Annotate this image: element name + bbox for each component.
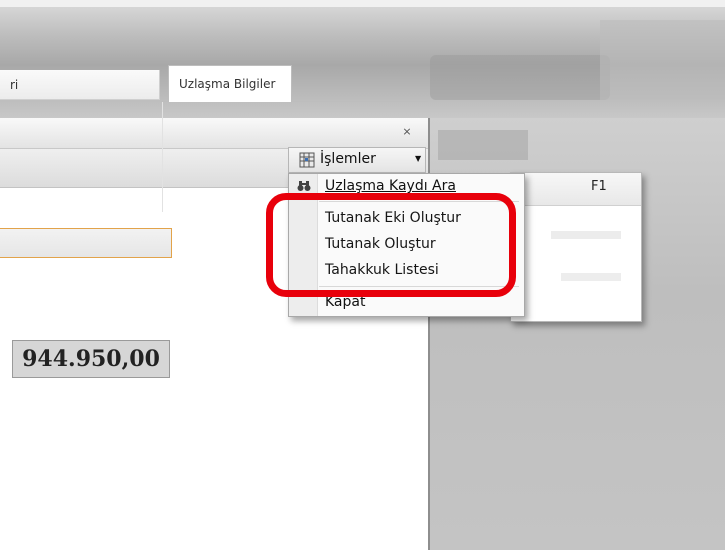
side-panel-row bbox=[561, 273, 621, 281]
dialog-titlebar: ⨯ bbox=[0, 118, 428, 149]
side-panel-row bbox=[551, 231, 621, 239]
chevron-down-icon: ▼ bbox=[415, 154, 422, 163]
grid-tools-icon bbox=[299, 152, 315, 168]
tab-uzlasma-bilgileri[interactable]: Uzlaşma Bilgiler bbox=[168, 65, 292, 102]
background-right-blur bbox=[438, 130, 528, 160]
tab-uzlasma-bilgileri-label: Uzlaşma Bilgiler bbox=[179, 77, 276, 91]
shortcut-label: F1 bbox=[591, 179, 607, 194]
background-panel-blur bbox=[600, 20, 725, 100]
background-toolbar-blur bbox=[430, 55, 610, 100]
background-top-strip bbox=[0, 0, 725, 7]
islemler-dropdown-button[interactable]: İşlemler ▼ bbox=[288, 147, 426, 173]
total-amount: 944.950,00 bbox=[12, 340, 170, 378]
binoculars-icon bbox=[297, 181, 311, 191]
side-panel-header: F1 bbox=[511, 173, 641, 206]
tab-previous[interactable]: ri bbox=[0, 70, 160, 100]
highlight-annotation bbox=[266, 193, 516, 297]
side-panel: F1 bbox=[510, 172, 642, 322]
text-field[interactable] bbox=[0, 228, 172, 258]
collapse-icon[interactable]: ⨯ bbox=[400, 125, 414, 139]
menu-item-uzlasma-kaydi-ara[interactable]: Uzlaşma Kaydı Ara bbox=[325, 178, 456, 194]
content-divider bbox=[162, 102, 163, 212]
tab-previous-label: ri bbox=[10, 78, 19, 92]
tab-strip-line bbox=[292, 101, 428, 102]
islemler-label: İşlemler bbox=[320, 151, 376, 167]
